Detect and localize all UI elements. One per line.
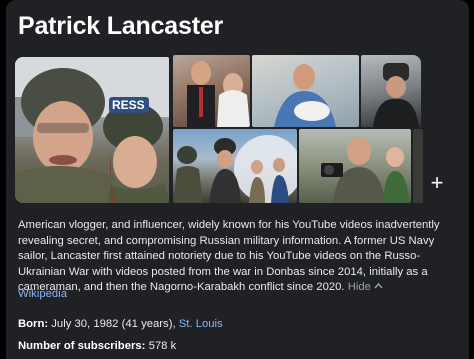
group-illustration xyxy=(173,135,297,203)
gallery-image-camera[interactable] xyxy=(299,129,411,203)
baby-illustration xyxy=(252,55,359,127)
image-gallery: RESS + xyxy=(15,55,443,203)
gallery-image-baby[interactable] xyxy=(252,55,359,127)
gallery-image-group[interactable] xyxy=(173,129,297,203)
subscribers-label: Number of subscribers: xyxy=(18,340,146,352)
gallery-image-selfie[interactable]: RESS xyxy=(15,57,169,203)
chevron-up-icon xyxy=(374,282,383,289)
born-value: July 30, 1982 (41 years), xyxy=(51,318,176,330)
gallery-image-wedding[interactable] xyxy=(173,55,250,127)
born-place-link[interactable]: St. Louis xyxy=(179,318,223,330)
entity-title: Patrick Lancaster xyxy=(18,12,224,40)
fact-born: Born: July 30, 1982 (41 years), St. Loui… xyxy=(18,318,223,330)
selfie-illustration: RESS xyxy=(15,57,169,203)
hide-button[interactable]: Hide xyxy=(348,281,383,293)
knowledge-panel: Patrick Lancaster RESS + American vlogge… xyxy=(6,0,469,359)
hide-label: Hide xyxy=(347,281,371,293)
camera-illustration xyxy=(321,137,409,203)
wedding-illustration xyxy=(187,61,250,127)
entity-description: American vlogger, and influencer, widely… xyxy=(18,218,458,296)
fur-hat-illustration xyxy=(373,63,419,127)
helmet-press-text: RESS xyxy=(112,98,145,112)
plus-icon[interactable]: + xyxy=(427,172,447,194)
wikipedia-link[interactable]: Wikipedia xyxy=(18,288,67,300)
gallery-image-partial[interactable] xyxy=(413,129,423,203)
fact-subscribers: Number of subscribers: 578 k xyxy=(18,340,176,352)
born-label: Born: xyxy=(18,318,49,330)
subscribers-value: 578 k xyxy=(148,340,177,352)
gallery-image-fur-hat[interactable] xyxy=(361,55,421,127)
